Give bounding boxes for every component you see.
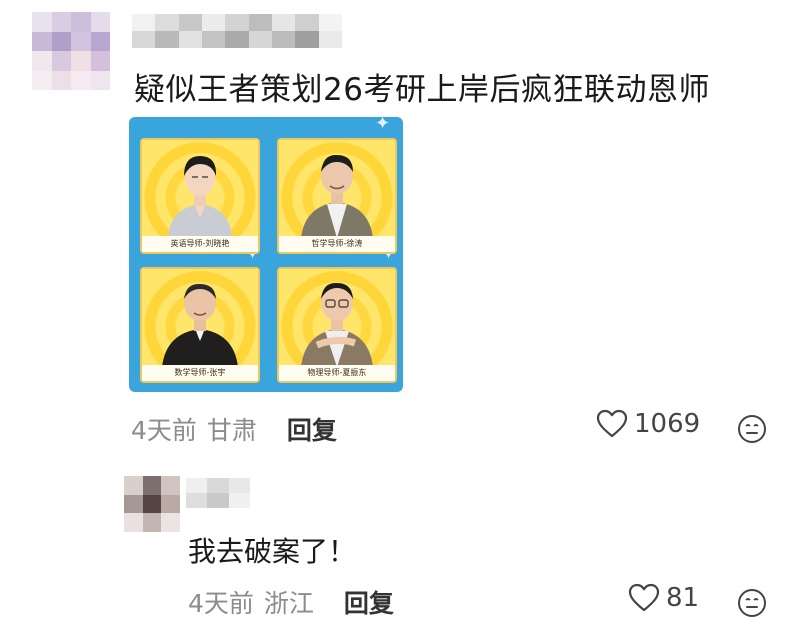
sparkle-icon: ✦ [375, 117, 391, 134]
like-button[interactable]: 81 [628, 583, 699, 613]
teacher-tile: 数学导师-张宇 [140, 267, 260, 383]
like-count: 1069 [634, 409, 701, 439]
teacher-caption: 物理导师-夏振东 [279, 365, 395, 381]
like-count: 81 [666, 583, 700, 613]
like-button[interactable]: 1069 [596, 409, 700, 439]
teacher-caption: 英语导师-刘晓艳 [142, 236, 258, 252]
commenter-avatar[interactable] [32, 12, 110, 90]
comment-text: 疑似王者策划26考研上岸后疯狂联动恩师 [134, 72, 710, 108]
comment-location: 甘肃 [206, 416, 257, 445]
neutral-face-icon[interactable] [737, 414, 767, 444]
neutral-face-icon[interactable] [737, 588, 767, 618]
reply-text: 我去破案了！ [188, 535, 357, 568]
heart-outline-icon [596, 409, 628, 438]
teacher-caption: 哲学导师-徐涛 [279, 236, 395, 252]
teacher-tile: 物理导师-夏振东 [277, 267, 397, 383]
comment-time: 4天前 [131, 416, 197, 445]
reply-button[interactable]: 回复 [344, 584, 394, 620]
comment-image[interactable]: ✦ ✦ ✦ 英语导师-刘晓艳 哲学导师-徐涛 [129, 117, 403, 392]
replier-avatar[interactable] [124, 476, 180, 532]
comment-meta: 4天前 甘肃 回复 [131, 411, 337, 447]
teacher-tile: 哲学导师-徐涛 [277, 138, 397, 254]
teacher-portrait [301, 282, 373, 367]
reply-button[interactable]: 回复 [287, 411, 337, 447]
teacher-caption: 数学导师-张宇 [142, 365, 258, 381]
heart-outline-icon [628, 583, 660, 612]
teacher-portrait [162, 283, 238, 367]
teacher-portrait [168, 156, 232, 238]
teacher-tile: 英语导师-刘晓艳 [140, 138, 260, 254]
reply-time: 4天前 [188, 589, 254, 618]
reply-meta: 4天前 浙江 回复 [188, 584, 394, 620]
replier-username[interactable] [186, 478, 250, 508]
reply-location: 浙江 [263, 589, 314, 618]
teacher-portrait [301, 154, 373, 238]
commenter-username[interactable] [132, 14, 342, 48]
